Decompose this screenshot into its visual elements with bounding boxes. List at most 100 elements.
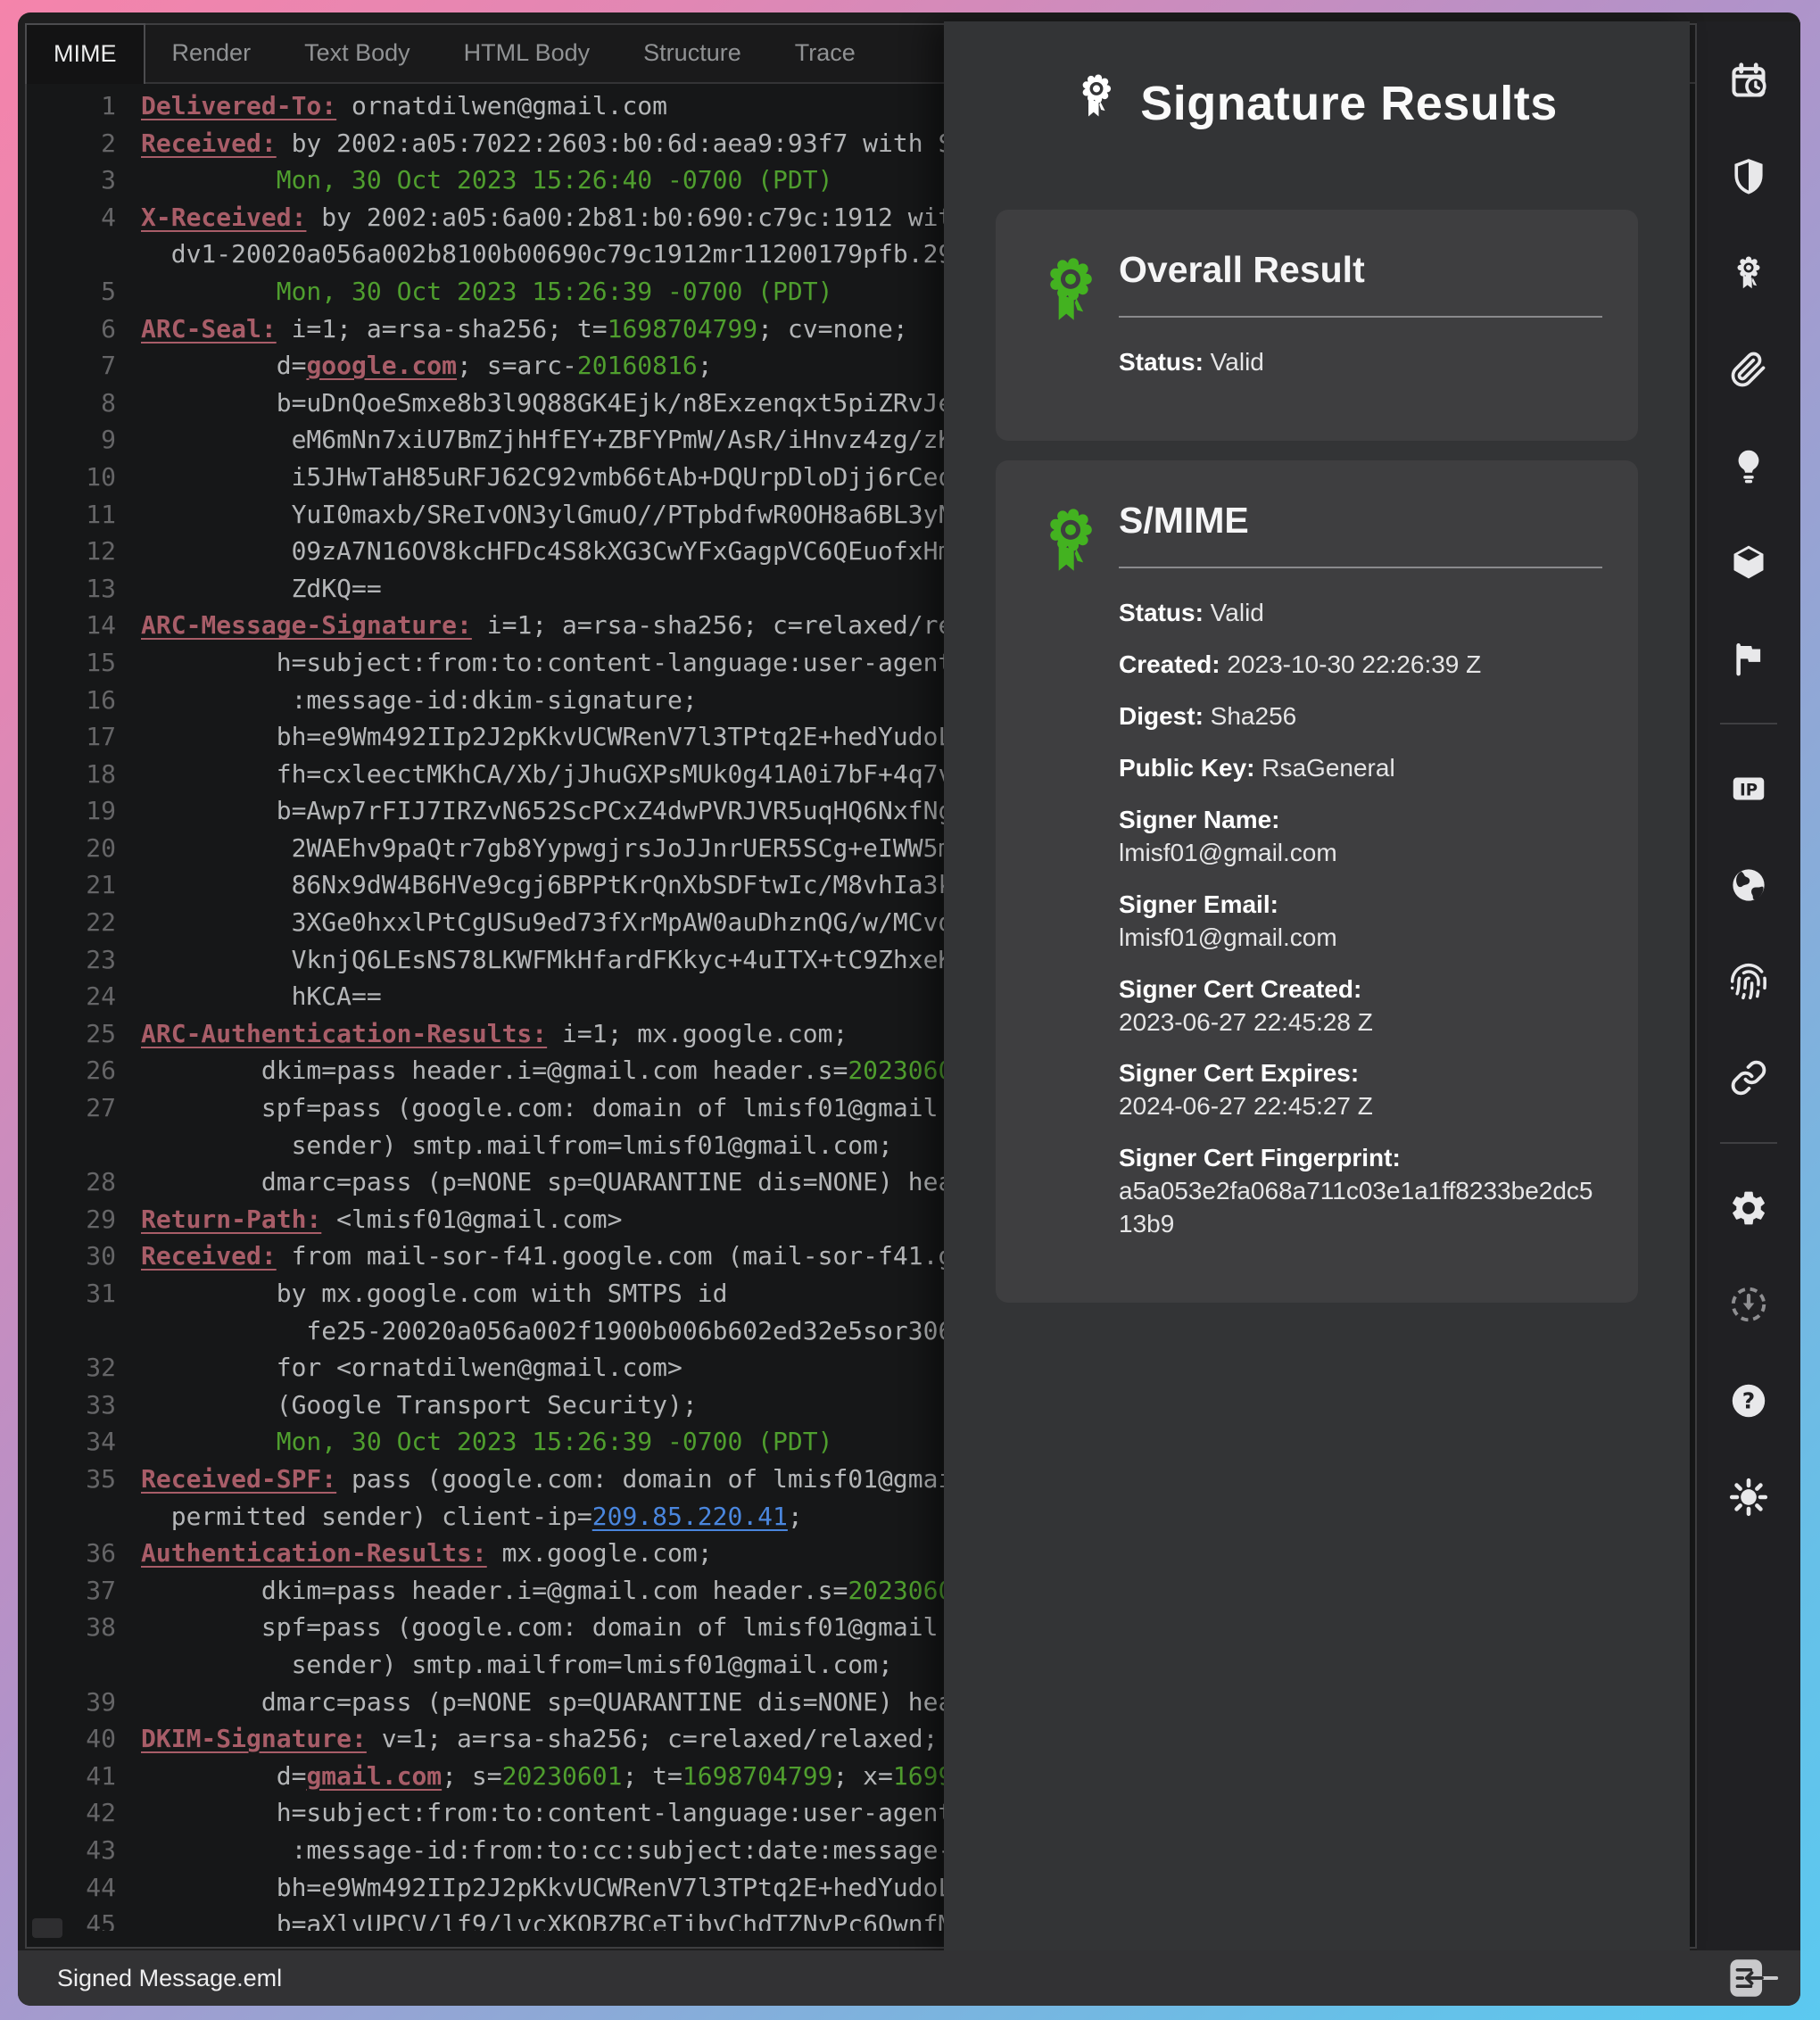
code-text: dmarc=pass (p=NONE sp=QUARANTINE dis=NON… bbox=[132, 1163, 1058, 1201]
line-number: 18 bbox=[27, 756, 132, 793]
line-number: 34 bbox=[27, 1423, 132, 1461]
line-number: 24 bbox=[27, 978, 132, 1015]
line-number: 44 bbox=[27, 1869, 132, 1907]
field-label: Created: bbox=[1119, 650, 1220, 678]
code-text: h=subject:from:to:content-language:user-… bbox=[132, 644, 1073, 682]
rail-flag-icon[interactable] bbox=[1697, 610, 1800, 707]
rail-link-icon[interactable] bbox=[1697, 1030, 1800, 1126]
field-label: Digest: bbox=[1119, 702, 1204, 730]
line-number: 5 bbox=[27, 273, 132, 310]
field-value: 2023-10-30 22:26:39 Z bbox=[1220, 650, 1482, 678]
field-label: Signer Cert Fingerprint: bbox=[1119, 1144, 1401, 1171]
horizontal-scrollbar-thumb[interactable] bbox=[32, 1918, 62, 1938]
svg-text:?: ? bbox=[1742, 1387, 1755, 1413]
card-body: S/MIME Status: Valid Created: 2023-10-30 2… bbox=[1119, 498, 1602, 1260]
code-text: ZdKQ== bbox=[132, 570, 382, 608]
card-title: S/MIME bbox=[1119, 500, 1602, 542]
line-number: 13 bbox=[27, 570, 132, 608]
code-text: :message-id:from:to:cc:subject:date:mess… bbox=[132, 1832, 1058, 1869]
app-window: MIMERenderText BodyHTML BodyStructureTra… bbox=[18, 12, 1800, 2006]
code-text: ARC-Seal: i=1; a=rsa-sha256; t=169870479… bbox=[132, 310, 908, 348]
code-text: DKIM-Signature: v=1; a=rsa-sha256; c=rel… bbox=[132, 1720, 938, 1758]
card-field: Digest: Sha256 bbox=[1119, 700, 1602, 733]
line-number: 19 bbox=[27, 792, 132, 830]
rail-award-icon[interactable] bbox=[1697, 225, 1800, 321]
code-text: :message-id:dkim-signature; bbox=[132, 682, 698, 719]
code-text: 86Nx9dW4B6HVe9cgj6BPPtKrQnXbSDFtwIc/M8vh… bbox=[132, 866, 1043, 904]
line-number: 23 bbox=[27, 941, 132, 979]
field-label: Public Key: bbox=[1119, 754, 1254, 782]
card-body: Overall Result Status: Valid bbox=[1119, 247, 1602, 398]
rail-gear-icon[interactable] bbox=[1697, 1160, 1800, 1256]
drawer-title-text: Signature Results bbox=[1140, 76, 1558, 131]
code-text: spf=pass (google.com: domain of lmisf01@… bbox=[132, 1089, 1073, 1127]
tab-mime[interactable]: MIME bbox=[25, 23, 145, 84]
code-text: Delivered-To: ornatdilwen@gmail.com bbox=[132, 87, 667, 125]
line-number: 28 bbox=[27, 1163, 132, 1201]
code-text: dmarc=pass (p=NONE sp=QUARANTINE dis=NON… bbox=[132, 1684, 1058, 1721]
line-number: 40 bbox=[27, 1720, 132, 1758]
tab-trace[interactable]: Trace bbox=[768, 25, 882, 82]
line-number: 14 bbox=[27, 607, 132, 644]
line-number: 39 bbox=[27, 1684, 132, 1721]
line-number: 32 bbox=[27, 1349, 132, 1387]
card-field: Status: Valid bbox=[1119, 597, 1602, 630]
tab-structure[interactable]: Structure bbox=[616, 25, 768, 82]
log-import-icon[interactable] bbox=[1729, 1958, 1781, 1999]
card-field: Status: Valid bbox=[1119, 346, 1602, 379]
rail-lightbulb-icon[interactable] bbox=[1697, 418, 1800, 514]
field-value: Sha256 bbox=[1204, 702, 1296, 730]
line-number: 11 bbox=[27, 496, 132, 534]
rail-divider bbox=[1720, 723, 1777, 724]
signature-cards: Overall Result Status: Valid S/MIME Status… bbox=[944, 210, 1690, 1303]
card-field: Created: 2023-10-30 22:26:39 Z bbox=[1119, 649, 1602, 682]
rail-divider bbox=[1720, 1142, 1777, 1144]
tab-html-body[interactable]: HTML Body bbox=[437, 25, 617, 82]
code-text: by mx.google.com with SMTPS id bbox=[132, 1275, 727, 1312]
line-number: 36 bbox=[27, 1535, 132, 1572]
line-number bbox=[27, 1127, 132, 1164]
rail-calendar-clock-icon[interactable] bbox=[1697, 32, 1800, 128]
line-number: 25 bbox=[27, 1015, 132, 1053]
award-icon bbox=[1076, 73, 1117, 133]
rail-package-icon[interactable] bbox=[1697, 514, 1800, 610]
card-title: Overall Result bbox=[1119, 249, 1602, 291]
line-number: 15 bbox=[27, 644, 132, 682]
code-text: Return-Path: <lmisf01@gmail.com> bbox=[132, 1201, 622, 1238]
tab-render[interactable]: Render bbox=[145, 25, 278, 82]
code-text: hKCA== bbox=[132, 978, 382, 1015]
code-text: fh=cxleectMKhCA/Xb/jJhuGXPsMUk0g41A0i7bF… bbox=[132, 756, 1043, 793]
tab-text-body[interactable]: Text Body bbox=[277, 25, 437, 82]
result-card: Overall Result Status: Valid bbox=[996, 210, 1638, 441]
rail-history-download-icon[interactable] bbox=[1697, 1256, 1800, 1353]
field-value: Valid bbox=[1204, 599, 1264, 626]
code-text: Mon, 30 Oct 2023 15:26:40 -0700 (PDT) bbox=[132, 161, 832, 199]
code-text: permitted sender) client-ip=209.85.220.4… bbox=[132, 1498, 803, 1536]
field-label: Signer Name: bbox=[1119, 806, 1280, 833]
code-text: 2WAEhv9paQtr7gb8YypwgjrsJoJJnrUER5SCg+eI… bbox=[132, 830, 1043, 867]
code-text: sender) smtp.mailfrom=lmisf01@gmail.com; bbox=[132, 1646, 893, 1684]
rail-globe-icon[interactable] bbox=[1697, 837, 1800, 933]
rail-fingerprint-icon[interactable] bbox=[1697, 933, 1800, 1030]
field-label: Signer Cert Expires: bbox=[1119, 1059, 1359, 1087]
rail-paperclip-icon[interactable] bbox=[1697, 321, 1800, 418]
code-text: bh=e9Wm492IIp2J2pKkvUCWRenV7l3TPtq2E+hed… bbox=[132, 1869, 1058, 1907]
rail-sun-icon[interactable] bbox=[1697, 1449, 1800, 1545]
rail-ip-icon[interactable]: IP bbox=[1697, 741, 1800, 837]
code-text: spf=pass (google.com: domain of lmisf01@… bbox=[132, 1609, 1073, 1646]
line-number: 26 bbox=[27, 1052, 132, 1089]
line-number: 42 bbox=[27, 1794, 132, 1832]
code-text: Received-SPF: pass (google.com: domain o… bbox=[132, 1461, 1029, 1498]
rail-shield-icon[interactable] bbox=[1697, 128, 1800, 225]
code-text: h=subject:from:to:content-language:user-… bbox=[132, 1794, 1073, 1832]
line-number: 29 bbox=[27, 1201, 132, 1238]
result-card: S/MIME Status: Valid Created: 2023-10-30 2… bbox=[996, 460, 1638, 1303]
line-number: 20 bbox=[27, 830, 132, 867]
line-number: 41 bbox=[27, 1758, 132, 1795]
rail-help-icon[interactable]: ? bbox=[1697, 1353, 1800, 1449]
code-text: ARC-Message-Signature: i=1; a=rsa-sha256… bbox=[132, 607, 998, 644]
code-text: b=aXlvUPCV/lf9/lvcXKOBZBCeTjbvChdTZNvPc6… bbox=[132, 1906, 1058, 1931]
field-value: RsaGeneral bbox=[1254, 754, 1394, 782]
line-number: 7 bbox=[27, 347, 132, 385]
signature-results-drawer: Signature Results Overall Result Status: … bbox=[944, 21, 1690, 1950]
